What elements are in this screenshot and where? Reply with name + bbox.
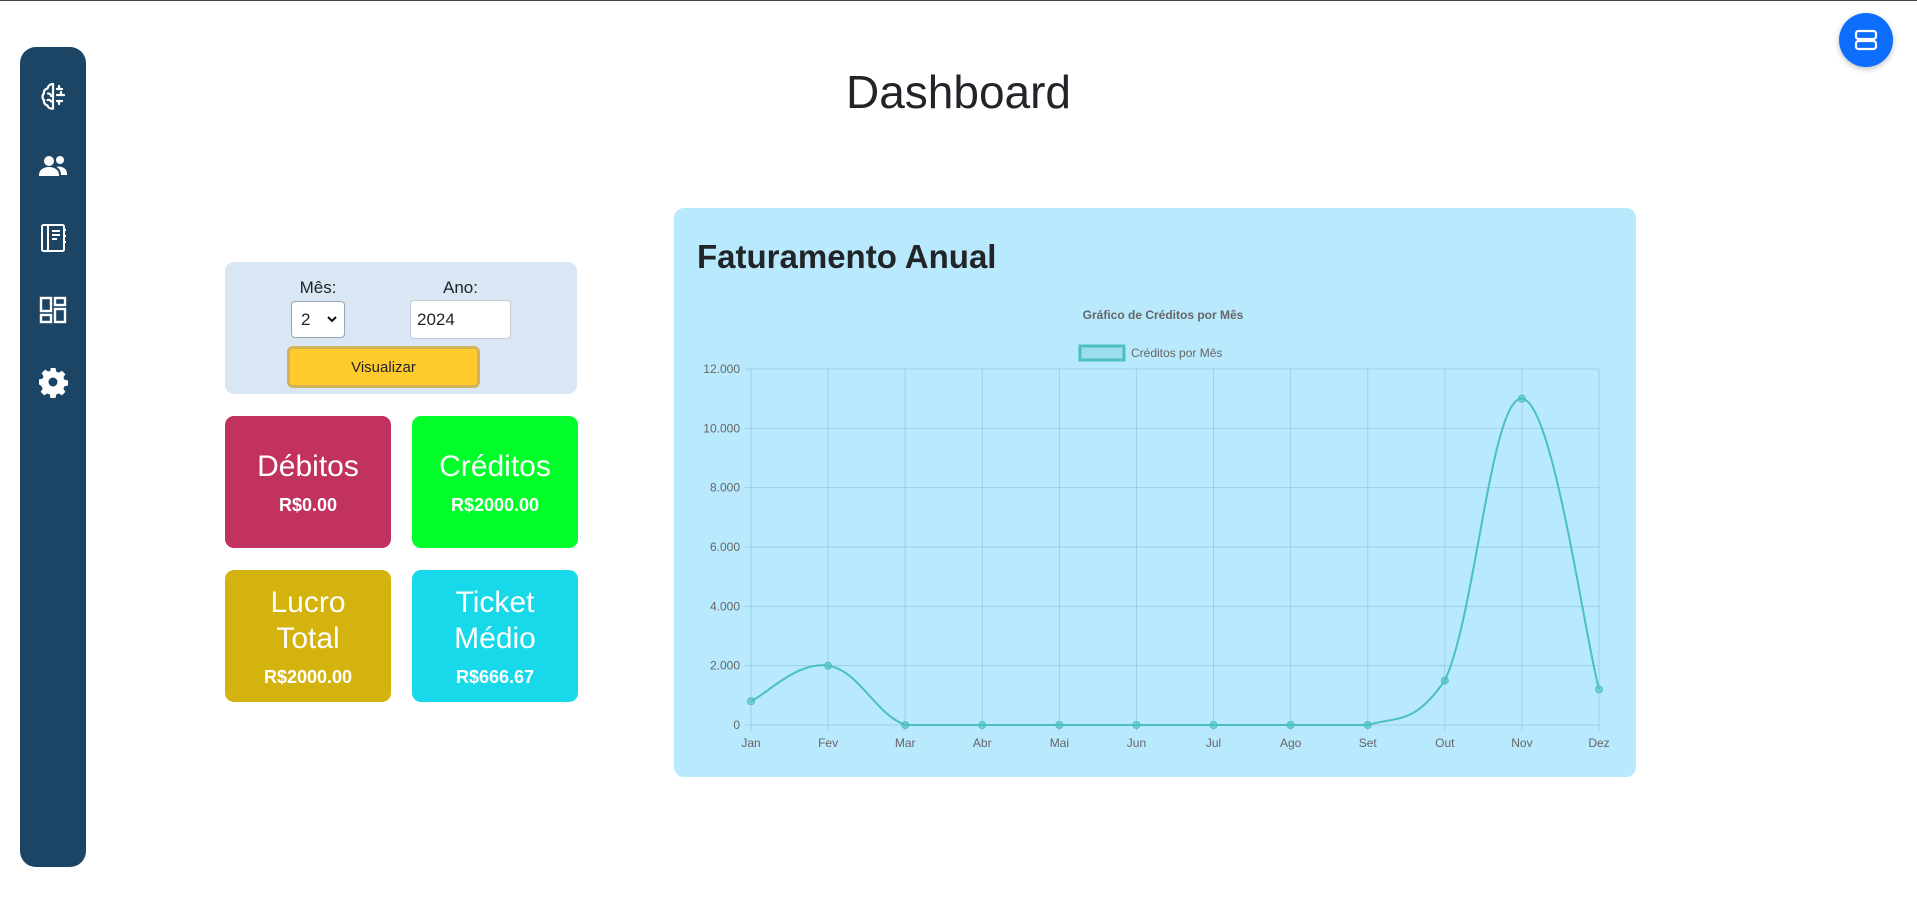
data-point [901, 721, 910, 729]
credits-line-chart: 0 2.000 4.000 6.000 8.000 10.000 12.000 Jan Fev M… [703, 308, 1609, 750]
data-point [1595, 685, 1603, 694]
card-value: R$0.00 [278, 494, 338, 515]
data-point [1055, 721, 1064, 729]
y-tick-label: 12.000 [703, 362, 740, 376]
month-select[interactable]: 2 [291, 301, 345, 338]
year-label: Ano: [443, 278, 478, 297]
month-label: Mês: [299, 278, 337, 297]
server-icon [1854, 29, 1878, 51]
x-tick-label: Dez [1588, 736, 1609, 750]
data-point [1132, 721, 1141, 729]
y-tick-label: 4.000 [710, 599, 740, 613]
lucro-total-card: Lucro Total R$2000.00 [225, 570, 391, 702]
chevron-down-icon [327, 316, 337, 323]
month-select-value: 2 [301, 309, 311, 329]
card-title: Créditos [439, 449, 551, 483]
data-point [1209, 721, 1218, 729]
legend-label: Créditos por Mês [1131, 346, 1222, 360]
y-tick-label: 10.000 [703, 421, 740, 435]
data-point [1363, 721, 1372, 729]
filter-panel: Mês: 2 Ano: Visualizar [225, 262, 577, 394]
y-tick-label: 0 [733, 718, 740, 732]
x-tick-label: Set [1359, 736, 1378, 750]
card-title: Débitos [257, 449, 359, 483]
visualizar-button[interactable]: Visualizar [287, 346, 480, 388]
x-tick-label: Fev [818, 736, 838, 750]
page-title: Dashboard [845, 66, 1072, 118]
ticket-medio-card: Ticket Médio R$666.67 [412, 570, 578, 702]
legend-swatch [1078, 344, 1126, 362]
x-tick-label: Jan [741, 736, 760, 750]
data-point [824, 661, 833, 670]
creditos-card: Créditos R$2000.00 [412, 416, 578, 548]
data-point [1286, 721, 1295, 729]
card-value: R$666.67 [455, 666, 535, 687]
sidebar [20, 47, 86, 867]
x-tick-label: Mar [895, 736, 916, 750]
chart-panel: Faturamento Anual 0 2.000 4.000 6.000 8.000 1… [674, 208, 1636, 777]
x-tick-label: Out [1435, 736, 1455, 750]
x-tick-label: Nov [1511, 736, 1532, 750]
chart-title: Gráfico de Créditos por Mês [1083, 308, 1244, 322]
card-value: R$2000.00 [450, 494, 540, 515]
x-tick-label: Abr [973, 736, 992, 750]
top-border [0, 0, 1917, 1]
year-input[interactable] [410, 300, 511, 339]
data-point [1440, 676, 1449, 685]
series-line [750, 397, 1600, 727]
card-title: Lucro Total [270, 585, 346, 655]
debitos-card: Débitos R$0.00 [225, 416, 391, 548]
data-point [747, 697, 755, 706]
card-value: R$2000.00 [263, 666, 353, 687]
x-tick-label: Ago [1280, 736, 1302, 750]
dashboard-icon[interactable] [35, 292, 71, 328]
menu-fab-button[interactable] [1839, 13, 1893, 67]
gear-icon[interactable] [35, 364, 71, 400]
x-tick-label: Jun [1127, 736, 1146, 750]
card-title: Ticket Médio [454, 585, 536, 655]
data-point [978, 721, 987, 729]
y-tick-label: 8.000 [710, 481, 740, 495]
notebook-icon[interactable] [35, 220, 71, 256]
x-tick-label: Jul [1206, 736, 1221, 750]
users-icon[interactable] [35, 148, 71, 184]
y-tick-label: 6.000 [710, 540, 740, 554]
data-point [1517, 394, 1526, 403]
x-tick-label: Mai [1050, 736, 1069, 750]
y-tick-label: 2.000 [710, 659, 740, 673]
